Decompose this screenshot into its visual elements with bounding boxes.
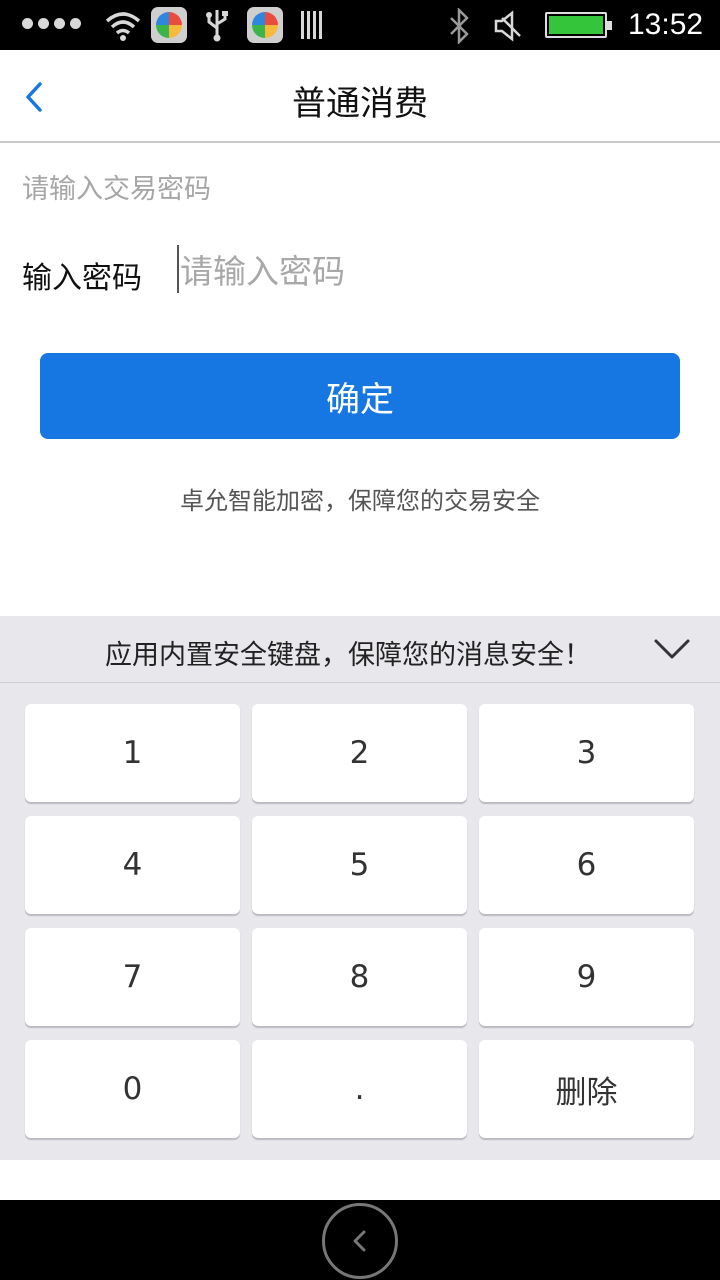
key-6[interactable]: 6 <box>479 816 694 914</box>
key-1[interactable]: 1 <box>25 704 240 802</box>
signal-dots-icon <box>22 18 81 29</box>
chevron-down-icon[interactable] <box>650 633 694 667</box>
page-title: 普通消费 <box>292 84 428 124</box>
confirm-button[interactable]: 确定 <box>40 353 680 439</box>
status-bar: 13:52 <box>0 0 720 50</box>
usb-icon <box>206 10 228 42</box>
keyboard-header: 应用内置安全键盘，保障您的消息安全！ <box>0 616 720 683</box>
battery-icon <box>545 12 612 38</box>
bluetooth-icon <box>450 8 469 44</box>
bottom-spacer <box>0 1160 720 1200</box>
key-7[interactable]: 7 <box>25 928 240 1026</box>
key-5[interactable]: 5 <box>252 816 467 914</box>
password-label: 输入密码 <box>22 261 142 296</box>
secure-keyboard: 应用内置安全键盘，保障您的消息安全！ 1 2 3 4 5 6 7 8 9 0 .… <box>0 616 720 1160</box>
app-icon <box>247 7 283 43</box>
system-nav-bar <box>0 1200 720 1280</box>
password-section-hint: 请输入交易密码 <box>22 174 211 205</box>
nav-back-button[interactable] <box>322 1203 398 1279</box>
key-8[interactable]: 8 <box>252 928 467 1026</box>
security-note: 卓允智能加密，保障您的交易安全 <box>180 487 540 515</box>
password-input[interactable] <box>180 246 680 296</box>
mute-icon <box>494 10 521 42</box>
key-3[interactable]: 3 <box>479 704 694 802</box>
key-0[interactable]: 0 <box>25 1040 240 1138</box>
top-app-bar: 普通消费 <box>0 50 720 143</box>
key-9[interactable]: 9 <box>479 928 694 1026</box>
key-4[interactable]: 4 <box>25 816 240 914</box>
wifi-icon <box>105 12 141 41</box>
key-dot[interactable]: . <box>252 1040 467 1138</box>
keyboard-title: 应用内置安全键盘，保障您的消息安全！ <box>105 640 591 671</box>
status-time: 13:52 <box>628 8 704 41</box>
key-delete[interactable]: 删除 <box>479 1040 694 1138</box>
chevron-left-icon <box>353 1230 366 1252</box>
barcode-icon <box>301 11 322 39</box>
key-2[interactable]: 2 <box>252 704 467 802</box>
app-icon <box>151 7 187 43</box>
text-cursor <box>177 245 179 293</box>
